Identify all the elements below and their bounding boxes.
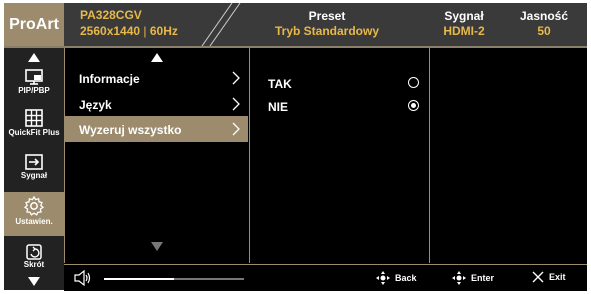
sidebar-item-label: PIP/PBP: [18, 86, 50, 95]
option-label: NIE: [268, 100, 289, 114]
menu-item-label: Wyzeruj wszystko: [79, 123, 182, 137]
sidebar-item-quickfit-plus[interactable]: QuickFit Plus: [4, 108, 64, 148]
pip-icon: [25, 69, 43, 85]
back-button[interactable]: Back: [376, 271, 417, 285]
signal-status: Sygnał HDMI-2: [429, 9, 499, 39]
chevron-right-icon: [232, 97, 240, 111]
sidebar-item-pip-pbp[interactable]: PIP/PBP: [4, 68, 64, 106]
brightness-value: 50: [537, 24, 551, 38]
volume-slider[interactable]: [104, 278, 244, 280]
sidebar-item-label: Ustawien.: [15, 217, 53, 226]
osd-menu: ProArt PA328CGV 2560x1440 | 60Hz Preset …: [4, 3, 588, 291]
exit-button[interactable]: Exit: [532, 271, 566, 283]
header-divider-slashes: [201, 3, 241, 46]
menu-scroll-down-icon[interactable]: [151, 242, 163, 251]
option-label: TAK: [268, 77, 292, 91]
brightness-status: Jasność 50: [509, 9, 579, 39]
options-column: TAK NIE: [249, 48, 430, 263]
joystick-icon: [452, 271, 466, 285]
resolution-value: 2560x1440: [80, 24, 141, 38]
input-icon: [25, 154, 43, 170]
menu-item-wyzeruj-wszystko[interactable]: Wyzeruj wszystko: [65, 116, 248, 142]
model-name: PA328CGV: [80, 8, 142, 22]
back-label: Back: [395, 273, 417, 283]
enter-button[interactable]: Enter: [452, 271, 494, 285]
gear-icon: [23, 195, 45, 216]
sidebar-scroll-down-icon[interactable]: [28, 277, 40, 286]
menu-scroll-up-icon[interactable]: [151, 53, 163, 62]
enter-label: Enter: [471, 273, 495, 283]
menu-item-jezyk[interactable]: Język: [65, 91, 248, 117]
sidebar-item-shortcut[interactable]: Skrót: [4, 244, 64, 274]
menu-item-label: Język: [79, 98, 112, 112]
menu-item-informacje[interactable]: Informacje: [65, 65, 248, 91]
proart-logo: ProArt: [4, 3, 64, 46]
preset-status: Preset Tryb Standardowy: [262, 9, 392, 39]
submenu-column: Informacje Język Wyzeruj wszystko: [64, 48, 250, 263]
radio-icon[interactable]: [408, 77, 419, 88]
osd-footer: Back Enter Exit: [64, 264, 587, 291]
close-icon: [532, 271, 544, 283]
detail-column: [429, 48, 588, 263]
option-nie[interactable]: NIE: [250, 94, 430, 120]
joystick-icon: [376, 271, 390, 285]
osd-header: ProArt PA328CGV 2560x1440 | 60Hz Preset …: [4, 3, 587, 48]
menu-item-label: Informacje: [79, 72, 140, 86]
sidebar-scroll-up-icon[interactable]: [28, 53, 40, 62]
model-info: PA328CGV 2560x1440 | 60Hz: [80, 8, 178, 38]
sidebar-item-label: Skrót: [23, 260, 45, 269]
radio-selected-icon[interactable]: [408, 100, 419, 111]
signal-label: Sygnał: [444, 9, 484, 23]
volume-slider-fill: [104, 278, 174, 280]
preset-label: Preset: [308, 9, 346, 23]
sidebar-item-label: Sygnał: [20, 171, 48, 180]
grid-icon: [25, 109, 43, 127]
chevron-right-icon: [232, 122, 240, 136]
preset-value: Tryb Standardowy: [274, 24, 380, 38]
refresh-value: 60Hz: [149, 24, 178, 38]
sidebar-item-label: QuickFit Plus: [8, 128, 60, 137]
speaker-icon: [74, 270, 91, 286]
sidebar-item-settings[interactable]: Ustawien.: [4, 192, 64, 236]
sidebar-item-signal[interactable]: Sygnał: [4, 153, 64, 189]
exit-label: Exit: [549, 272, 566, 282]
brightness-label: Jasność: [519, 9, 569, 23]
signal-value: HDMI-2: [443, 24, 485, 38]
shortcut-icon: [26, 244, 42, 260]
chevron-right-icon: [232, 71, 240, 85]
sidebar: PIP/PBP QuickFit Plus Sygnał Ustawien. S…: [4, 48, 64, 290]
